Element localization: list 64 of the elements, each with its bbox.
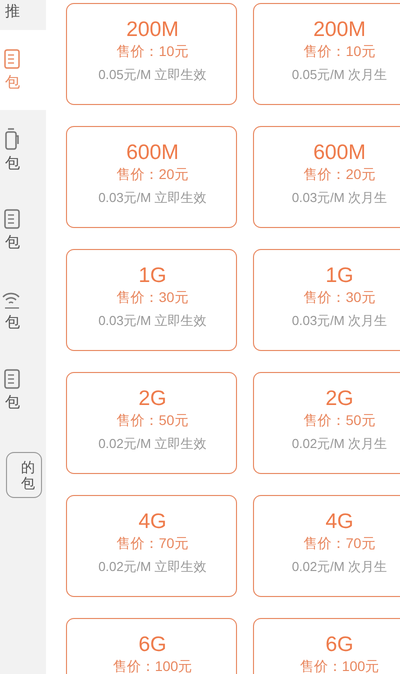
calendar-icon bbox=[4, 369, 20, 389]
package-note: 0.03元/M 次月生 bbox=[292, 189, 388, 207]
sidebar-item[interactable]: 推 bbox=[0, 0, 46, 30]
sidebar-item[interactable]: 包 bbox=[0, 270, 46, 350]
package-note: 0.02元/M 立即生效 bbox=[98, 435, 207, 453]
package-size: 6G bbox=[138, 632, 166, 657]
package-note: 0.03元/M 次月生 bbox=[292, 312, 388, 330]
package-size: 4G bbox=[138, 509, 166, 534]
package-card[interactable]: 600M 售价：20元 0.03元/M 立即生效 bbox=[66, 126, 237, 228]
package-note: 0.02元/M 立即生效 bbox=[98, 558, 207, 576]
calendar-icon bbox=[4, 209, 20, 229]
package-size: 4G bbox=[325, 509, 354, 534]
package-size: 2G bbox=[138, 386, 166, 411]
package-card[interactable]: 6G 售价：100元 bbox=[66, 618, 237, 674]
sidebar-item-label: 推 bbox=[5, 4, 20, 20]
package-card[interactable]: 2G 售价：50元 0.02元/M 次月生 bbox=[253, 372, 400, 474]
sidebar-item[interactable]: 包 bbox=[0, 350, 46, 430]
package-price: 售价：10元 bbox=[304, 42, 376, 60]
calendar-icon bbox=[4, 49, 20, 69]
package-card[interactable]: 4G 售价：70元 0.02元/M 立即生效 bbox=[66, 495, 237, 597]
package-card[interactable]: 4G 售价：70元 0.02元/M 次月生 bbox=[253, 495, 400, 597]
sidebar-item[interactable]: 包 bbox=[0, 190, 46, 270]
package-card[interactable]: 6G 售价：100元 bbox=[253, 618, 400, 674]
package-note: 0.05元/M 次月生 bbox=[292, 66, 388, 84]
package-size: 200M bbox=[126, 17, 179, 42]
package-card[interactable]: 1G 售价：30元 0.03元/M 立即生效 bbox=[66, 249, 237, 351]
package-price: 售价：70元 bbox=[304, 534, 376, 552]
package-price: 售价：100元 bbox=[300, 657, 380, 674]
package-card[interactable]: 200M 售价：10元 0.05元/M 次月生 bbox=[253, 3, 400, 105]
sidebar-item[interactable]: 的 包 bbox=[0, 430, 46, 510]
package-size: 6G bbox=[325, 632, 354, 657]
package-price: 售价：100元 bbox=[112, 657, 192, 674]
package-price: 售价：30元 bbox=[304, 288, 376, 306]
package-size: 1G bbox=[325, 263, 354, 288]
sidebar-item[interactable]: 包 bbox=[0, 30, 46, 110]
package-price: 售价：70元 bbox=[116, 534, 188, 552]
package-note: 0.02元/M 次月生 bbox=[292, 435, 388, 453]
package-price: 售价：30元 bbox=[116, 288, 188, 306]
package-price: 售价：50元 bbox=[304, 411, 376, 429]
sidebar-item-label: 包 bbox=[5, 315, 20, 331]
sidebar-item[interactable]: 包 bbox=[0, 110, 46, 190]
sidebar-item-label: 包 bbox=[5, 395, 20, 411]
package-note: 0.03元/M 立即生效 bbox=[98, 189, 207, 207]
sidebar-item-label: 的 bbox=[21, 459, 35, 475]
sidebar-item-label: 包 bbox=[21, 475, 35, 491]
package-size: 1G bbox=[138, 263, 166, 288]
package-card[interactable]: 1G 售价：30元 0.03元/M 次月生 bbox=[253, 249, 400, 351]
sidebar-item-label: 包 bbox=[5, 235, 20, 251]
package-size: 600M bbox=[313, 140, 366, 165]
package-card[interactable]: 2G 售价：50元 0.02元/M 立即生效 bbox=[66, 372, 237, 474]
package-size: 2G bbox=[325, 386, 354, 411]
package-price: 售价：20元 bbox=[116, 165, 188, 183]
package-size: 200M bbox=[313, 17, 366, 42]
sidebar-item-label: 包 bbox=[5, 75, 20, 91]
package-note: 0.02元/M 次月生 bbox=[292, 558, 388, 576]
package-price: 售价：20元 bbox=[304, 165, 376, 183]
package-price: 售价：50元 bbox=[116, 411, 188, 429]
package-size: 600M bbox=[126, 140, 179, 165]
package-note: 0.05元/M 立即生效 bbox=[98, 66, 207, 84]
package-card[interactable]: 600M 售价：20元 0.03元/M 次月生 bbox=[253, 126, 400, 228]
sidebar-item-label: 包 bbox=[5, 156, 20, 172]
package-price: 售价：10元 bbox=[116, 42, 188, 60]
package-note: 0.03元/M 立即生效 bbox=[98, 312, 207, 330]
package-card[interactable]: 200M 售价：10元 0.05元/M 立即生效 bbox=[66, 3, 237, 105]
